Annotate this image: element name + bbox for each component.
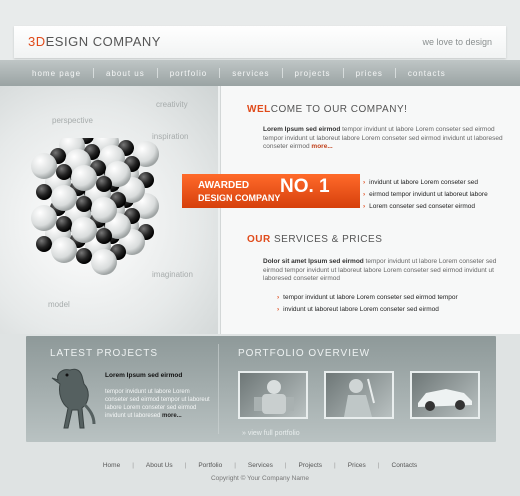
nav-projects[interactable]: projects <box>283 69 343 78</box>
footer-link-services[interactable]: Services <box>242 462 279 469</box>
nav-divider <box>342 68 344 78</box>
black-sphere <box>56 216 72 232</box>
services-title-text: SERVICES & PRICES <box>270 234 383 245</box>
award-banner: AWARDED NO. 1 DESIGN COMPANY <box>182 174 360 208</box>
tagline: we love to design <box>422 37 492 47</box>
white-sphere <box>51 237 77 263</box>
black-sphere <box>76 196 92 212</box>
word-model: model <box>48 300 70 309</box>
portfolio-thumb-car[interactable] <box>410 371 480 419</box>
latest-projects-title: LATEST PROJECTS <box>50 348 158 359</box>
sphere-cube-illustration <box>31 138 159 275</box>
black-sphere <box>36 236 52 252</box>
nav-services[interactable]: services <box>220 69 281 78</box>
copyright: Copyright © Your Company Name <box>210 475 309 482</box>
word-creativity: creativity <box>156 100 188 109</box>
latest-project-text: tempor invidunt ut labore Lorem conseter… <box>105 388 213 420</box>
white-sphere <box>91 249 117 275</box>
services-bullet: invidunt ut laboreut labore Lorem conset… <box>277 306 439 313</box>
welcome-title: WELCOME TO OUR COMPANY! <box>247 104 407 115</box>
header: 3DESIGN COMPANY we love to design <box>0 0 520 60</box>
award-line-2: DESIGN COMPANY <box>198 193 281 203</box>
footer-link-about[interactable]: About Us <box>140 462 179 469</box>
footer-separator: | <box>184 462 187 469</box>
footer-link-portfolio[interactable]: Portfolio <box>192 462 228 469</box>
footer-link-projects[interactable]: Projects <box>293 462 328 469</box>
black-sphere <box>36 184 52 200</box>
footer-link-prices[interactable]: Prices <box>342 462 372 469</box>
projects-band: LATEST PROJECTS Lorem Ipsum sed eirmod t… <box>26 336 496 442</box>
white-sphere <box>31 153 57 179</box>
welcome-bullet: eirmod tempor invidunt ut laboreut labor… <box>363 191 488 198</box>
nav-portfolio[interactable]: portfolio <box>158 69 219 78</box>
nav-divider <box>156 68 158 78</box>
footer-link-home[interactable]: Home <box>97 462 126 469</box>
welcome-lead: Lorem Ipsum sed eirmod <box>263 126 341 133</box>
services-title-accent: OUR <box>247 234 271 245</box>
welcome-title-accent: WEL <box>247 104 271 115</box>
white-sphere <box>71 165 97 191</box>
black-sphere <box>96 228 112 244</box>
welcome-more-link[interactable]: more... <box>311 143 332 150</box>
portfolio-thumb-warrior[interactable] <box>324 371 394 419</box>
services-title: OUR SERVICES & PRICES <box>247 234 382 245</box>
black-sphere <box>96 176 112 192</box>
footer-separator: | <box>334 462 336 469</box>
logo-bar: 3DESIGN COMPANY we love to design <box>14 26 506 58</box>
services-bullet: tempor invidunt ut labore Lorem conseter… <box>277 294 458 301</box>
hero: creativity perspective inspiration imagi… <box>0 86 520 334</box>
footer-nav: Home | About Us | Portfolio | Services | Project… <box>0 462 520 469</box>
portfolio-thumb-robot[interactable] <box>238 371 308 419</box>
footer-separator: | <box>132 462 134 469</box>
footer-separator: | <box>284 462 287 469</box>
logo-text: ESIGN COMPANY <box>45 34 161 49</box>
black-sphere <box>76 248 92 264</box>
welcome-bullet: Lorem conseter sed conseter eirmod <box>363 203 475 210</box>
word-perspective: perspective <box>52 116 93 125</box>
nav-divider <box>93 68 95 78</box>
latest-project-name[interactable]: Lorem Ipsum sed eirmod <box>105 372 182 379</box>
white-sphere <box>91 197 117 223</box>
latest-more-link[interactable]: more... <box>162 413 182 419</box>
nav-divider <box>219 68 221 78</box>
page: 3DESIGN COMPANY we love to design home p… <box>0 0 520 496</box>
portfolio-overview-title: PORTFOLIO OVERVIEW <box>238 348 371 359</box>
award-line-1: AWARDED <box>198 180 250 191</box>
dinosaur-illustration[interactable] <box>40 364 96 434</box>
logo[interactable]: 3DESIGN COMPANY <box>28 34 161 49</box>
welcome-paragraph: Lorem Ipsum sed eirmod tempor invidunt u… <box>263 126 513 152</box>
nav-about[interactable]: about us <box>94 69 157 78</box>
white-sphere <box>51 185 77 211</box>
hero-image-panel: creativity perspective inspiration imagi… <box>0 86 218 334</box>
black-sphere <box>56 164 72 180</box>
nav-contacts[interactable]: contacts <box>396 69 458 78</box>
nav-home[interactable]: home page <box>20 69 93 78</box>
footer-link-contacts[interactable]: Contacts <box>386 462 424 469</box>
footer-separator: | <box>377 462 380 469</box>
services-paragraph: Dolor sit amet Ipsum sed eirmod tempor i… <box>263 258 513 284</box>
content-panel: WELCOME TO OUR COMPANY! Lorem Ipsum sed … <box>220 86 520 334</box>
award-number: NO. 1 <box>280 176 330 197</box>
nav-prices[interactable]: prices <box>344 69 395 78</box>
welcome-title-text: COME TO OUR COMPANY! <box>270 104 408 115</box>
welcome-bullet: invidunt ut labore Lorem conseter sed <box>363 179 478 186</box>
view-full-portfolio-link[interactable]: » view full portfolio <box>242 430 300 437</box>
white-sphere <box>31 205 57 231</box>
nav-divider <box>394 68 396 78</box>
white-sphere <box>71 217 97 243</box>
band-divider <box>218 344 219 434</box>
nav-divider <box>281 68 283 78</box>
main-nav: home page about us portfolio services pr… <box>0 60 520 86</box>
footer-separator: | <box>234 462 236 469</box>
services-lead: Dolor sit amet Ipsum sed eirmod <box>263 258 364 265</box>
latest-project-description: tempor invidunt ut labore Lorem conseter… <box>105 389 210 419</box>
logo-accent: 3D <box>28 34 46 49</box>
